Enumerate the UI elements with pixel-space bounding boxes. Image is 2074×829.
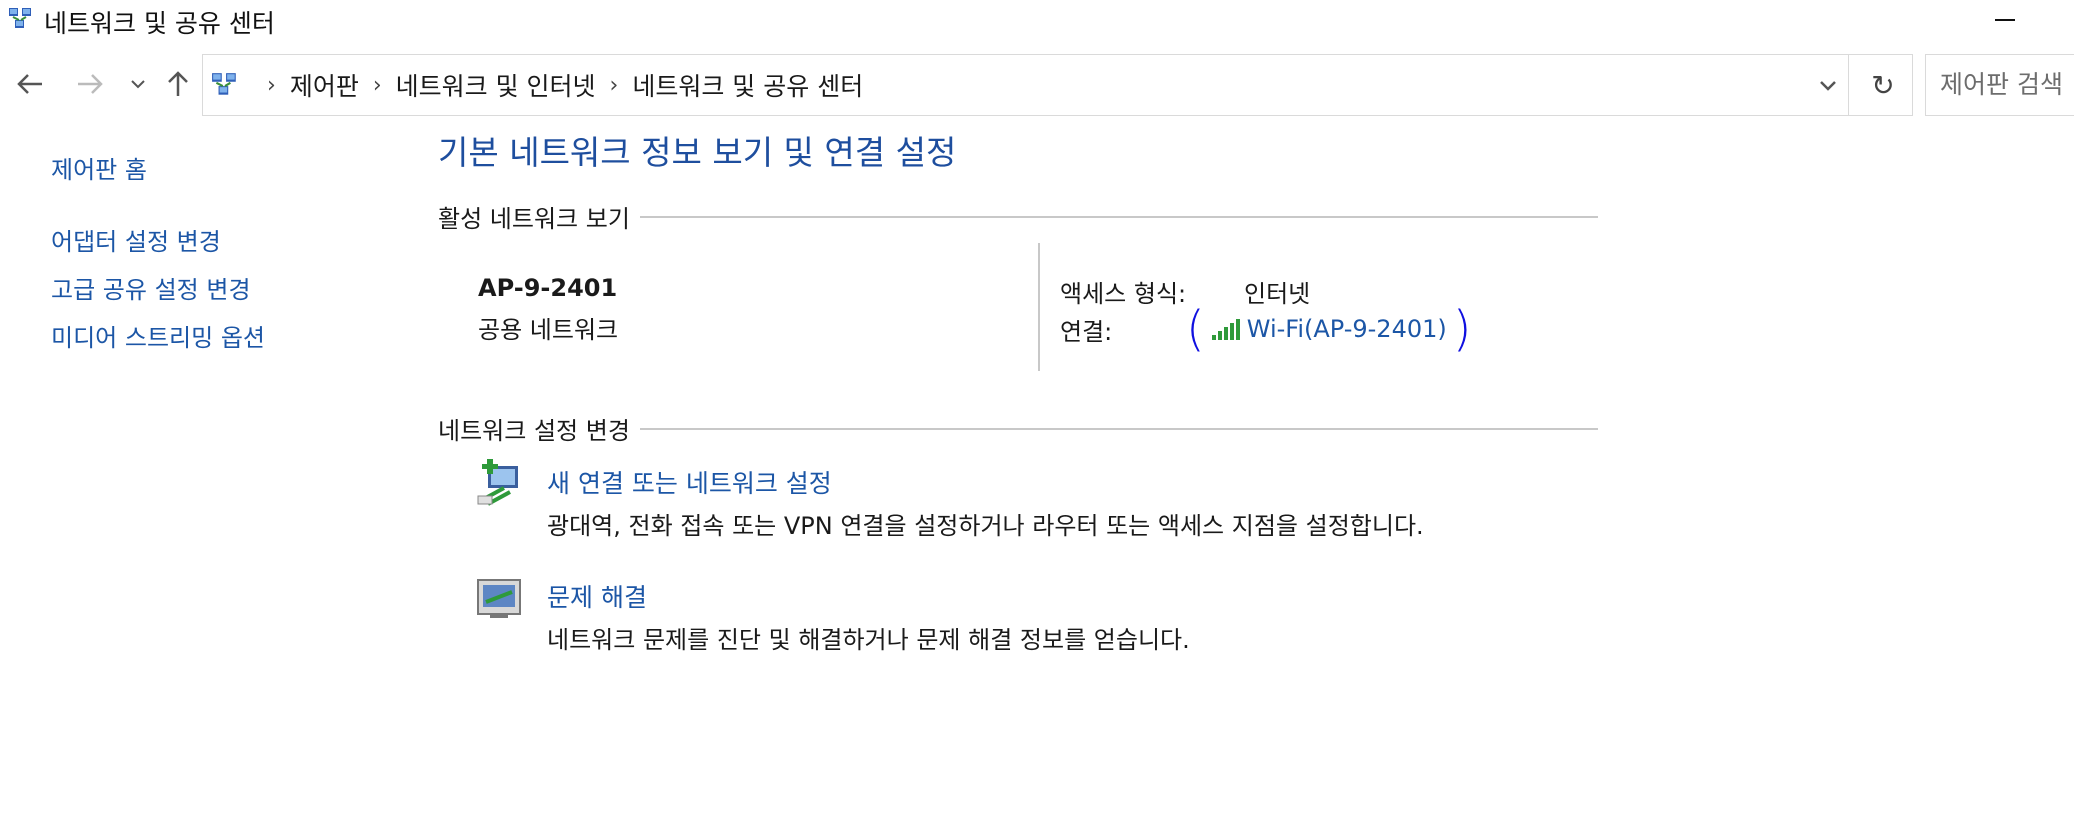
address-divider bbox=[1848, 55, 1849, 115]
network-sharing-icon bbox=[212, 73, 236, 95]
annotation-left-paren: ( bbox=[1186, 301, 1205, 357]
window-title: 네트워크 및 공유 센터 bbox=[44, 9, 275, 38]
chevron-down-icon bbox=[1820, 81, 1836, 91]
minimize-button[interactable] bbox=[1985, 2, 2025, 36]
chevron-down-icon bbox=[131, 80, 145, 89]
refresh-button[interactable]: ↻ bbox=[1861, 65, 1905, 105]
page-title: 기본 네트워크 정보 보기 및 연결 설정 bbox=[438, 133, 957, 172]
navigation-bar: › 제어판 › 네트워크 및 인터넷 › 네트워크 및 공유 센터 ↻ bbox=[0, 52, 2074, 116]
access-type-label: 액세스 형식: bbox=[1060, 280, 1187, 308]
refresh-icon: ↻ bbox=[1871, 68, 1895, 102]
arrow-right-icon bbox=[78, 74, 103, 94]
sidebar-item-advanced-sharing[interactable]: 고급 공유 설정 변경 bbox=[51, 270, 251, 305]
vertical-divider bbox=[1038, 243, 1040, 371]
chevron-right-icon: › bbox=[267, 72, 276, 98]
change-settings-heading: 네트워크 설정 변경 bbox=[438, 411, 640, 446]
title-bar: 네트워크 및 공유 센터 bbox=[0, 0, 2074, 40]
arrow-up-icon bbox=[168, 71, 188, 96]
arrow-left-icon bbox=[17, 74, 42, 94]
breadcrumb: › 제어판 › 네트워크 및 인터넷 › 네트워크 및 공유 센터 bbox=[203, 55, 863, 115]
breadcrumb-item-control-panel[interactable]: 제어판 bbox=[290, 67, 359, 103]
network-type: 공용 네트워크 bbox=[478, 316, 619, 344]
address-dropdown-button[interactable] bbox=[1803, 65, 1853, 105]
address-bar[interactable]: › 제어판 › 네트워크 및 인터넷 › 네트워크 및 공유 센터 ↻ bbox=[202, 54, 1913, 116]
sidebar-item-adapter-settings[interactable]: 어댑터 설정 변경 bbox=[51, 222, 221, 257]
network-sharing-icon bbox=[9, 8, 31, 28]
troubleshoot-description: 네트워크 문제를 진단 및 해결하거나 문제 해결 정보를 얻습니다. bbox=[547, 626, 1190, 654]
sidebar-item-control-panel-home[interactable]: 제어판 홈 bbox=[51, 150, 147, 185]
search-input[interactable] bbox=[1926, 55, 2074, 113]
breadcrumb-item-network-internet[interactable]: 네트워크 및 인터넷 bbox=[396, 67, 596, 103]
network-name: AP-9-2401 bbox=[478, 274, 618, 302]
forward-button[interactable] bbox=[72, 66, 108, 102]
chevron-right-icon: › bbox=[609, 72, 619, 98]
connection-label: 연결: bbox=[1060, 318, 1113, 346]
search-box[interactable] bbox=[1925, 54, 2074, 116]
breadcrumb-item-network-sharing[interactable]: 네트워크 및 공유 센터 bbox=[632, 67, 863, 103]
up-button[interactable] bbox=[160, 66, 196, 102]
new-connection-description: 광대역, 전화 접속 또는 VPN 연결을 설정하거나 라우터 또는 액세스 지… bbox=[547, 512, 1424, 540]
connection-link[interactable]: Wi-Fi(AP-9-2401) bbox=[1211, 315, 1447, 343]
sidebar-item-media-streaming[interactable]: 미디어 스트리밍 옵션 bbox=[51, 318, 265, 353]
troubleshoot-link[interactable]: 문제 해결 bbox=[547, 578, 647, 614]
new-connection-icon bbox=[477, 459, 518, 506]
wifi-signal-icon bbox=[1211, 319, 1240, 340]
connection-highlight: ( Wi-Fi(AP-9-2401) ) bbox=[1186, 304, 1471, 354]
new-connection-link[interactable]: 새 연결 또는 네트워크 설정 bbox=[547, 464, 832, 500]
connection-name: Wi-Fi(AP-9-2401) bbox=[1246, 315, 1447, 343]
back-button[interactable] bbox=[12, 66, 48, 102]
active-networks-heading: 활성 네트워크 보기 bbox=[438, 199, 640, 234]
annotation-right-paren: ) bbox=[1452, 301, 1472, 357]
recent-locations-button[interactable] bbox=[120, 66, 156, 102]
chevron-right-icon: › bbox=[372, 72, 382, 98]
troubleshoot-icon bbox=[477, 579, 521, 618]
